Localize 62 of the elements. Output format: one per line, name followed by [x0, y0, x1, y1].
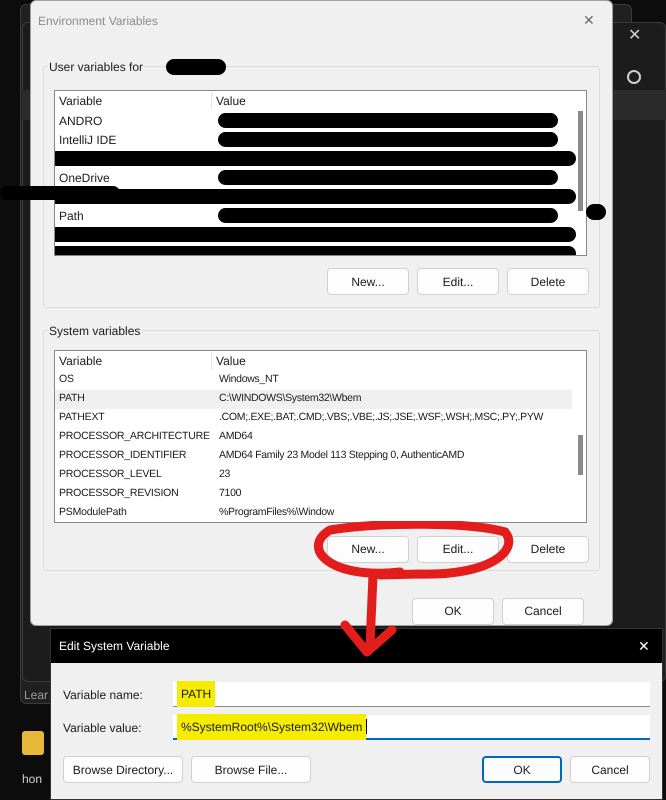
scrollbar-thumb[interactable] [578, 111, 583, 212]
variable-name: PATHEXT [58, 410, 106, 426]
dialog-button[interactable]: OK [482, 756, 562, 783]
dialog-button[interactable]: Edit... [417, 536, 499, 563]
variable-name[interactable]: Path [55, 206, 212, 225]
dialog-button[interactable]: Delete [507, 268, 589, 296]
variable-row[interactable]: PSModulePath %ProgramFiles%\Window [55, 504, 572, 522]
variable-name: PROCESSOR_REVISION [58, 486, 180, 502]
variable-name: PSModulePath [58, 505, 128, 520]
field-value: %SystemRoot%\System32\Wbem [177, 714, 366, 740]
column-header[interactable]: Value [212, 92, 246, 110]
variable-value: C:\WINDOWS\System32\Wbem [218, 391, 362, 406]
column-header[interactable]: Variable [55, 92, 212, 110]
field-value: PATH [177, 681, 216, 707]
dialog-button[interactable]: Edit... [417, 268, 499, 296]
variable-value: .COM;.EXE;.BAT;.CMD;.VBS;.VBE;.JS;.JSE;.WSF;.WSH;.MSC;.PY;.PYW [218, 410, 544, 426]
variable-name[interactable]: IntelliJ IDE [55, 130, 212, 149]
variable-row[interactable]: PROCESSOR_LEVEL 23 [55, 466, 572, 485]
close-icon[interactable]: ✕ [628, 24, 641, 48]
variable-name: PROCESSOR_ARCHITECTURE [58, 429, 211, 444]
variable-name: OS [58, 372, 75, 388]
text-field[interactable]: %SystemRoot%\System32\Wbem [173, 715, 650, 740]
close-icon[interactable]: ✕ [573, 10, 605, 32]
variable-value: %ProgramFiles%\Window [218, 505, 334, 520]
variable-value: Windows_NT [218, 372, 278, 388]
text-field[interactable]: PATH [173, 682, 650, 707]
dialog-button[interactable]: Cancel [502, 598, 584, 625]
variable-name[interactable]: OneDrive [55, 168, 212, 187]
dialog-button[interactable]: Cancel [570, 756, 650, 783]
variable-value: AMD64 [218, 429, 253, 444]
dialog-button[interactable]: OK [412, 598, 494, 625]
scrollbar-thumb[interactable] [578, 434, 583, 475]
variable-name: PROCESSOR_LEVEL [58, 467, 163, 482]
variable-name[interactable]: ANDRO [55, 112, 212, 130]
variable-row[interactable]: PROCESSOR_IDENTIFIER AMD64 Family 23 Model 113 Stepping 0, AuthenticAMD [55, 446, 572, 466]
window-title: Environment Variables [38, 12, 158, 30]
column-header[interactable]: Value [212, 352, 246, 370]
dialog-button[interactable]: New... [327, 536, 409, 563]
variable-row[interactable]: PATHEXT .COM;.EXE;.BAT;.CMD;.VBS;.VBE;.JS;.JSE;.WSF;.WSH;.MSC;.PY;.PYW [55, 408, 572, 428]
column-header[interactable]: Variable [55, 352, 212, 370]
variable-row[interactable]: PATH C:\WINDOWS\System32\Wbem [55, 390, 572, 409]
variable-value: 23 [218, 467, 230, 482]
dialog-button[interactable]: New... [327, 268, 409, 296]
variable-name: PATH [58, 391, 86, 406]
background-text: Lear [24, 687, 48, 704]
folder-icon [22, 731, 44, 755]
variable-name: PROCESSOR_IDENTIFIER [58, 448, 188, 464]
window-title: Edit System Variable [59, 638, 170, 655]
variable-row[interactable]: PROCESSOR_REVISION 7100 [55, 484, 572, 504]
close-icon[interactable]: ✕ [634, 636, 654, 656]
dialog-button[interactable]: Browse File... [191, 756, 311, 783]
background-text: hon [22, 771, 42, 788]
variable-row[interactable]: PROCESSOR_ARCHITECTURE AMD64 [55, 428, 572, 447]
redaction-scribble [166, 59, 226, 76]
dialog-button[interactable]: Browse Directory... [63, 756, 183, 783]
variable-row[interactable]: OS Windows_NT [55, 370, 572, 390]
field-label: Variable name: [63, 686, 144, 704]
variable-value: 7100 [218, 486, 242, 502]
variable-value: AMD64 Family 23 Model 113 Stepping 0, AuthenticAMD [218, 448, 464, 464]
field-label: Variable value: [63, 720, 142, 736]
dialog-button[interactable]: Delete [507, 536, 589, 563]
text-cursor [366, 719, 368, 734]
